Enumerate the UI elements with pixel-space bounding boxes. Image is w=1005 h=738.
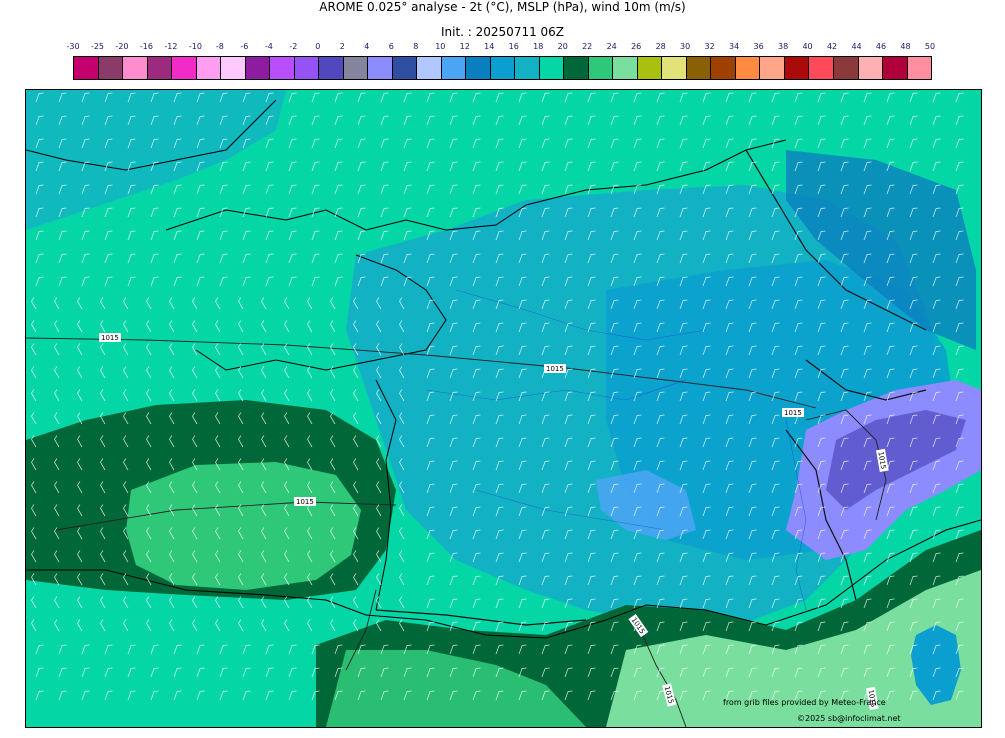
colorbar-swatch [858, 57, 884, 79]
data-source-credit: from grib files provided by Meteo-France [723, 698, 886, 707]
isobar-label: 1015 [101, 334, 119, 342]
colorbar-swatch [515, 57, 540, 79]
colorbar-swatch [392, 57, 418, 79]
colorbar-tick-label: 46 [875, 42, 887, 51]
colorbar-tick-label: -12 [164, 42, 178, 51]
colorbar-tick-label: 28 [655, 42, 666, 51]
colorbar-tick-label: 26 [631, 42, 642, 51]
colorbar-tick-label: 18 [533, 42, 544, 51]
map-canvas: 1015 1015 1015 1015 1015 1015 1015 1015 [26, 90, 981, 727]
colorbar-swatch [613, 57, 638, 79]
colorbar-swatch [368, 57, 393, 79]
colorbar-tick-label: -10 [188, 42, 202, 51]
colorbar-tick-label: 14 [484, 42, 495, 51]
colorbar-tick-label: 22 [582, 42, 593, 51]
colorbar-swatch [441, 57, 467, 79]
colorbar-swatch [833, 57, 859, 79]
colorbar-swatch [686, 57, 712, 79]
colorbar-tick-label: -6 [240, 42, 249, 51]
colorbar-tick-label: -25 [90, 42, 105, 51]
colorbar-swatch [172, 57, 197, 79]
colorbar-swatch [784, 57, 810, 79]
colorbar-swatch [588, 57, 614, 79]
colorbar-swatch [760, 57, 785, 79]
colorbar-swatch [466, 57, 491, 79]
colorbar-swatch [343, 57, 369, 79]
colorbar-tick-label: 34 [729, 42, 740, 51]
colorbar-swatch [147, 57, 173, 79]
colorbar-tick-label: 20 [557, 42, 568, 51]
copyright-credit: ©2025 sb@infoclimat.net [797, 714, 901, 723]
colorbar-swatch [637, 57, 663, 79]
colorbar-tick-label: 16 [508, 42, 519, 51]
colorbar-tick-label: 38 [777, 42, 789, 51]
colorbar-swatch [98, 57, 124, 79]
map-title: AROME 0.025° analyse - 2t (°C), MSLP (hP… [319, 0, 686, 14]
colorbar-tick-label: 24 [606, 42, 617, 51]
colorbar-tick-label: 10 [435, 42, 446, 51]
colorbar-tick-label: 6 [388, 42, 394, 51]
colorbar-tick-label: 48 [900, 42, 911, 51]
colorbar-swatch [270, 57, 295, 79]
init-time: Init. : 20250711 06Z [440, 25, 565, 39]
colorbar-tick-labels: -30 -25 -20 -16 -12 -10 -8 -6 -4 -2 0 2 4 6 8 10 12 14 16 1… [66, 42, 936, 54]
warm-zone-biscay-core [126, 462, 361, 590]
colorbar-swatch [711, 57, 736, 79]
colorbar-tick-label: 42 [826, 42, 838, 51]
colorbar-tick-label: 50 [924, 42, 936, 51]
colorbar-swatch [564, 57, 589, 79]
colorbar-tick-label: -2 [289, 42, 298, 51]
colorbar-tick-label: -8 [215, 42, 224, 51]
colorbar-tick-label: 36 [753, 42, 764, 51]
colorbar-swatch [809, 57, 834, 79]
colorbar-tick-label: 40 [802, 42, 813, 51]
colorbar-swatch [294, 57, 320, 79]
colorbar-swatch [490, 57, 516, 79]
colorbar-swatch [319, 57, 344, 79]
weather-map: 1015 1015 1015 1015 1015 1015 1015 1015 … [25, 89, 982, 728]
colorbar-swatch [662, 57, 687, 79]
colorbar-tick-label: 44 [851, 42, 862, 51]
isobar-label: 1015 [296, 498, 314, 506]
colorbar-tick-label: 8 [413, 42, 419, 51]
colorbar-tick-label: 0 [315, 42, 321, 51]
colorbar-tick-label: -20 [115, 42, 129, 51]
colorbar-swatch [245, 57, 271, 79]
colorbar-tick-label: -4 [264, 42, 273, 51]
colorbar-tick-label: 12 [459, 42, 470, 51]
colorbar-tick-label: 30 [680, 42, 691, 51]
colorbar-swatch [123, 57, 148, 79]
colorbar-swatch [221, 57, 246, 79]
colorbar-swatch [74, 57, 99, 79]
colorbar-tick-label: 32 [704, 42, 715, 51]
colorbar-swatch [196, 57, 222, 79]
colorbar-swatch [735, 57, 761, 79]
colorbar-tick-label: -16 [139, 42, 153, 51]
colorbar-swatch [907, 57, 932, 79]
temperature-colorbar [73, 56, 932, 80]
colorbar-tick-label: -30 [66, 42, 80, 51]
colorbar-swatch [883, 57, 908, 79]
colorbar-tick-label: 2 [339, 42, 345, 51]
colorbar-tick-label: 4 [364, 42, 370, 51]
colorbar-swatch [539, 57, 565, 79]
colorbar-swatch [417, 57, 442, 79]
